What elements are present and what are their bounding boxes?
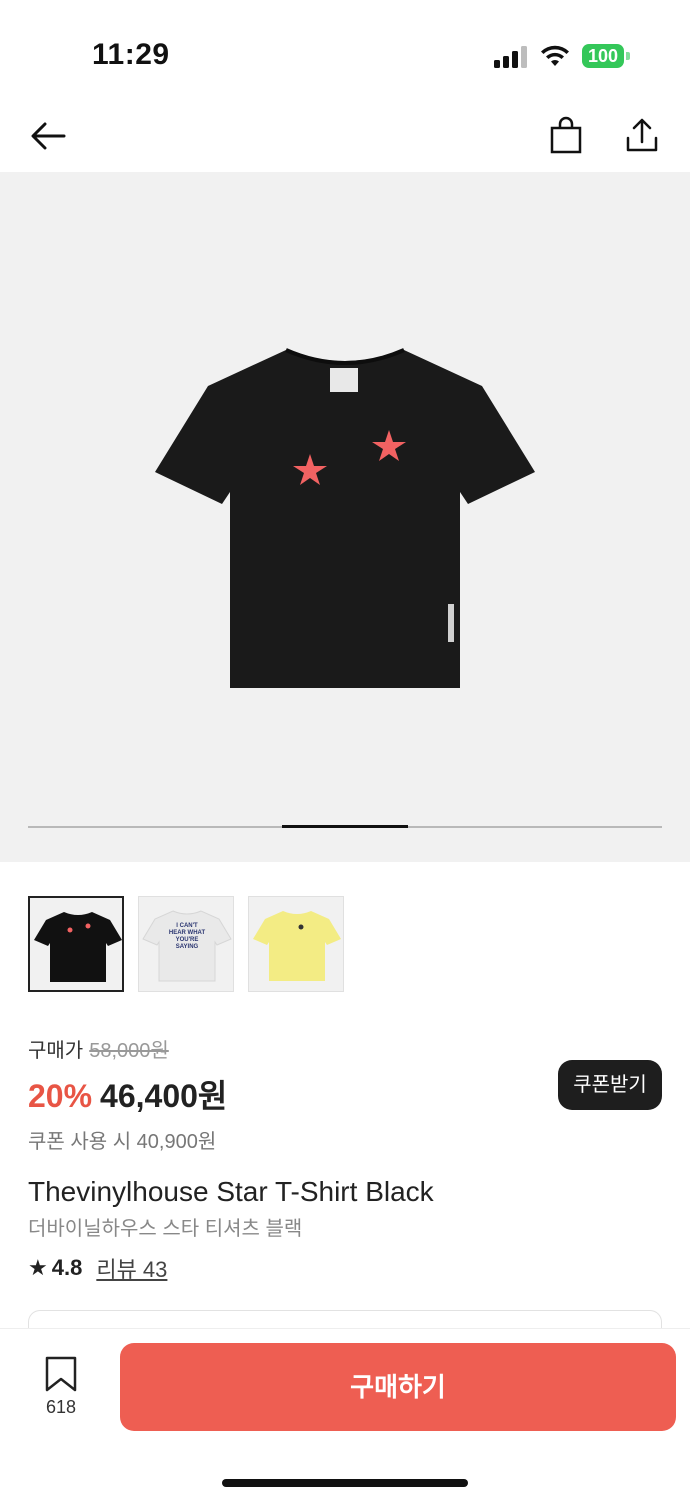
carousel-progress — [28, 825, 662, 828]
price-label: 구매가 — [28, 1040, 84, 1062]
svg-text:SAYING: SAYING — [176, 944, 199, 950]
coupon-button[interactable]: 쿠폰받기 — [558, 1060, 662, 1110]
buy-button[interactable]: 구매하기 — [120, 1343, 676, 1431]
status-time: 11:29 — [92, 38, 170, 71]
bookmark-count: 618 — [45, 1397, 77, 1417]
status-bar: 11:29 100 — [0, 0, 690, 100]
product-image-carousel[interactable] — [0, 172, 690, 862]
battery-level: 100 — [582, 44, 624, 68]
discount-rate: 20% — [28, 1078, 93, 1114]
rating-row: ★ 4.8 리뷰 43 — [28, 1252, 167, 1284]
product-image — [155, 348, 535, 688]
svg-text:I CAN'T: I CAN'T — [176, 923, 198, 929]
arrow-left-icon[interactable] — [26, 114, 70, 158]
battery-icon: 100 — [582, 44, 630, 68]
bottom-bar: 618 구매하기 — [0, 1328, 690, 1500]
carousel-progress-thumb — [282, 825, 408, 828]
thumbnail-yellow[interactable] — [248, 896, 344, 992]
product-subtitle: 더바이닐하우스 스타 티셔츠 블랙 — [28, 1218, 303, 1240]
share-icon[interactable] — [620, 114, 664, 158]
thumbnail-black[interactable] — [28, 896, 124, 992]
signal-icon — [494, 46, 527, 68]
product-title: Thevinylhouse Star T-Shirt Black — [28, 1176, 434, 1207]
svg-text:HEAR WHAT: HEAR WHAT — [169, 930, 206, 936]
thumbnail-list: I CAN'T HEAR WHAT YOU'RE SAYING — [28, 896, 344, 992]
shopping-bag-icon[interactable] — [544, 114, 588, 158]
price-label-row: 구매가 58,000원 — [28, 1034, 662, 1063]
bookmark-button[interactable]: 618 — [30, 1355, 92, 1418]
star-icon: ★ — [28, 1255, 48, 1280]
home-indicator — [222, 1479, 468, 1487]
nav-bar — [0, 100, 690, 172]
final-price: 46,400원 — [100, 1078, 228, 1114]
coupon-price: 쿠폰 사용 시 40,900원 — [28, 1131, 217, 1153]
bookmark-icon — [45, 1356, 77, 1392]
review-link[interactable]: 리뷰 43 — [96, 1252, 167, 1284]
thumbnail-white[interactable]: I CAN'T HEAR WHAT YOU'RE SAYING — [138, 896, 234, 992]
original-price: 58,000원 — [89, 1040, 169, 1062]
rating-score: 4.8 — [51, 1255, 83, 1280]
svg-text:YOU'RE: YOU'RE — [176, 937, 199, 943]
wifi-icon — [541, 45, 569, 66]
battery-tip — [626, 52, 630, 60]
